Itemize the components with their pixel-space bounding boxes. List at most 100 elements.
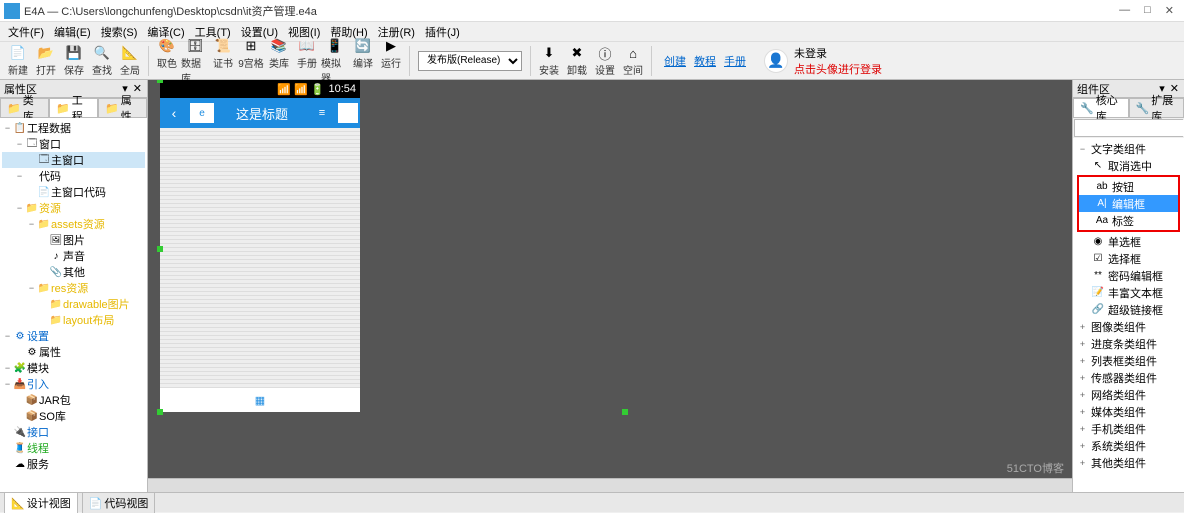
h-scrollbar[interactable] (148, 478, 1072, 492)
tree-item[interactable]: 🗔主窗口 (2, 152, 145, 168)
back-icon[interactable]: ‹ (160, 105, 188, 121)
toolbar-数据库[interactable]: 🗄数据库 (181, 37, 209, 85)
left-tab-工程[interactable]: 📁工程 (49, 98, 98, 117)
tree-item[interactable]: −🗔窗口 (2, 136, 145, 152)
tree-item[interactable]: −📁资源 (2, 200, 145, 216)
tree-item[interactable]: 🧵线程 (2, 440, 145, 456)
component-item[interactable]: 📝丰富文本框 (1075, 284, 1182, 301)
tree-item[interactable]: 📄主窗口代码 (2, 184, 145, 200)
toolbar-空间[interactable]: ⌂空间 (619, 44, 647, 77)
component-item[interactable]: ◉单选框 (1075, 233, 1182, 250)
component-item[interactable]: ☑选择框 (1075, 250, 1182, 267)
component-item[interactable]: ab按钮 (1079, 178, 1178, 195)
menu-item[interactable]: 编辑(E) (50, 24, 95, 40)
menu-item[interactable]: 文件(F) (4, 24, 48, 40)
toolbar-手册[interactable]: 📖手册 (293, 37, 321, 85)
component-tree[interactable]: −文字类组件↖取消选中 ab按钮A|编辑框Aa标签 ◉单选框☑选择框**密码编辑框📝… (1073, 138, 1184, 492)
component-item[interactable]: Aa标签 (1079, 212, 1178, 229)
tree-item[interactable]: −📁assets资源 (2, 216, 145, 232)
toolbar-新建[interactable]: 📄新建 (4, 44, 32, 77)
header-box (338, 103, 358, 123)
component-category[interactable]: +媒体类组件 (1075, 403, 1182, 420)
tree-item[interactable]: −📥引入 (2, 376, 145, 392)
watermark: 51CTO博客 (1007, 460, 1064, 476)
right-panel: 组件区▾ ✕ 🔧核心库🔧扩展库 搜索 −文字类组件↖取消选中ab按钮A|编辑框A… (1072, 80, 1184, 492)
tree-item[interactable]: ⚙属性 (2, 344, 145, 360)
component-category[interactable]: +进度条类组件 (1075, 335, 1182, 352)
component-category[interactable]: −文字类组件 (1075, 140, 1182, 157)
project-tree[interactable]: −📋工程数据−🗔窗口🗔主窗口−代码📄主窗口代码−📁资源−📁assets资源🖼图片… (0, 118, 147, 492)
release-combo[interactable]: 发布版(Release) (418, 51, 522, 71)
component-category[interactable]: +系统类组件 (1075, 437, 1182, 454)
left-panel: 属性区▾ ✕ 📁类库📁工程📁属性 −📋工程数据−🗔窗口🗔主窗口−代码📄主窗口代码… (0, 80, 148, 492)
bottom-tabs: 📐 设计视图 📄 代码视图 (0, 492, 1184, 512)
tree-item[interactable]: ☁服务 (2, 456, 145, 472)
right-tab-核心库[interactable]: 🔧核心库 (1073, 98, 1129, 117)
component-item[interactable]: A|编辑框 (1079, 195, 1178, 212)
toolbar-卸载[interactable]: ✖卸载 (563, 44, 591, 77)
left-tab-属性[interactable]: 📁属性 (98, 98, 147, 117)
toolbar-模拟器[interactable]: 📱模拟器 (321, 37, 349, 85)
component-category[interactable]: +列表框类组件 (1075, 352, 1182, 369)
component-item[interactable]: ↖取消选中 (1075, 157, 1182, 174)
tree-item[interactable]: 🖼图片 (2, 232, 145, 248)
component-category[interactable]: +网络类组件 (1075, 386, 1182, 403)
tree-item[interactable]: −⚙设置 (2, 328, 145, 344)
close-button[interactable]: ✕ (1165, 4, 1174, 17)
toolbar-取色[interactable]: 🎨取色 (153, 37, 181, 85)
tree-item[interactable]: −代码 (2, 168, 145, 184)
toolbar-查找[interactable]: 🔍查找 (88, 44, 116, 77)
tree-item[interactable]: 📎其他 (2, 264, 145, 280)
component-category[interactable]: +手机类组件 (1075, 420, 1182, 437)
link-创建[interactable]: 创建 (664, 53, 686, 69)
titlebar: E4A — C:\Users\longchunfeng\Desktop\csdn… (0, 0, 1184, 22)
right-tab-扩展库[interactable]: 🔧扩展库 (1129, 98, 1184, 117)
menu-icon[interactable]: ≡ (308, 107, 336, 119)
toolbar-证书[interactable]: 📜证书 (209, 37, 237, 85)
tree-item[interactable]: −📋工程数据 (2, 120, 145, 136)
tree-item[interactable]: 📦SO库 (2, 408, 145, 424)
minimize-button[interactable]: — (1119, 4, 1130, 17)
phone-preview[interactable]: 📶 📶 🔋10:54 ‹ e 这是标题 ≡ ▦ (160, 80, 360, 412)
phone-body[interactable] (160, 128, 360, 388)
app-icon (4, 3, 20, 19)
designer-canvas[interactable]: 📶 📶 🔋10:54 ‹ e 这是标题 ≡ ▦ 51CTO博客 (148, 80, 1072, 492)
toolbar-9宫格[interactable]: ⊞9宫格 (237, 37, 265, 85)
maximize-button[interactable]: □ (1144, 4, 1151, 17)
toolbar-编译[interactable]: 🔄编译 (349, 37, 377, 85)
toolbar-全局[interactable]: 📐全局 (116, 44, 144, 77)
tree-item[interactable]: 📁drawable图片 (2, 296, 145, 312)
tree-item[interactable]: 🔌接口 (2, 424, 145, 440)
avatar[interactable]: 👤 (764, 49, 788, 73)
tree-item[interactable]: −📁res资源 (2, 280, 145, 296)
component-item[interactable]: **密码编辑框 (1075, 267, 1182, 284)
link-教程[interactable]: 教程 (694, 53, 716, 69)
toolbar-打开[interactable]: 📂打开 (32, 44, 60, 77)
status-icons: 📶 📶 🔋 (277, 83, 324, 96)
component-search-input[interactable] (1075, 120, 1184, 136)
toolbar-安装[interactable]: ⬇安装 (535, 44, 563, 77)
link-手册[interactable]: 手册 (724, 53, 746, 69)
menu-item[interactable]: 搜索(S) (97, 24, 142, 40)
component-category[interactable]: +传感器类组件 (1075, 369, 1182, 386)
component-category[interactable]: +图像类组件 (1075, 318, 1182, 335)
tree-item[interactable]: 📁layout布局 (2, 312, 145, 328)
tree-item[interactable]: −🧩模块 (2, 360, 145, 376)
toolbar: 📄新建📂打开💾保存🔍查找📐全局 🎨取色🗄数据库📜证书⊞9宫格📚类库📖手册📱模拟器… (0, 42, 1184, 80)
component-item[interactable]: 🔗超级链接框 (1075, 301, 1182, 318)
left-tab-类库[interactable]: 📁类库 (0, 98, 49, 117)
login-status: 未登录 (794, 45, 882, 61)
tree-item[interactable]: 📦JAR包 (2, 392, 145, 408)
phone-time: 10:54 (328, 83, 356, 95)
toolbar-设置[interactable]: ⓘ设置 (591, 44, 619, 77)
tree-item[interactable]: ♪声音 (2, 248, 145, 264)
toolbar-保存[interactable]: 💾保存 (60, 44, 88, 77)
tab-code-view[interactable]: 📄 代码视图 (82, 492, 156, 513)
login-hint[interactable]: 点击头像进行登录 (794, 61, 882, 77)
menu-item[interactable]: 插件(J) (421, 24, 464, 40)
tab-design-view[interactable]: 📐 设计视图 (4, 492, 78, 513)
phone-footer[interactable]: ▦ (160, 388, 360, 412)
toolbar-类库[interactable]: 📚类库 (265, 37, 293, 85)
component-category[interactable]: +其他类组件 (1075, 454, 1182, 471)
toolbar-运行[interactable]: ▶运行 (377, 37, 405, 85)
